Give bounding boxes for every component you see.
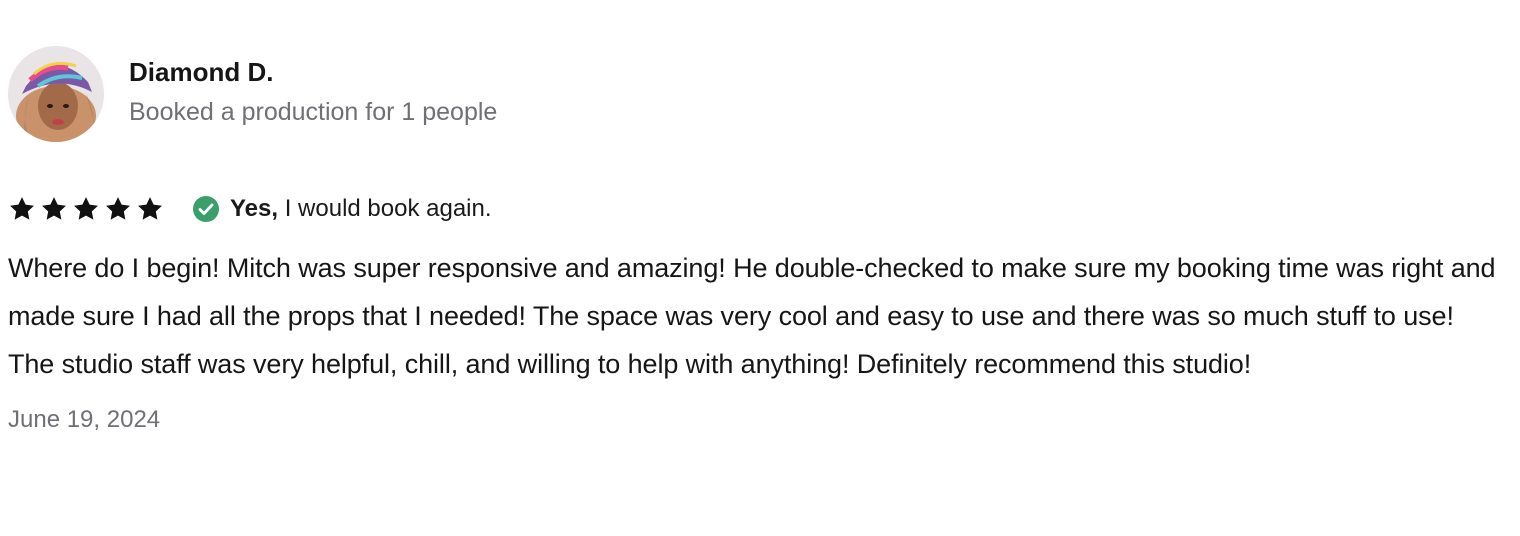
recommend-text: I would book again. xyxy=(278,195,492,222)
check-circle-icon xyxy=(192,195,220,223)
review-text: Where do I begin! Mitch was super respon… xyxy=(8,253,1496,379)
star-icon xyxy=(104,195,132,223)
star-icon xyxy=(40,195,68,223)
star-icon xyxy=(136,195,164,223)
star-rating xyxy=(8,195,168,223)
review-header: Diamond D. Booked a production for 1 peo… xyxy=(8,46,1508,142)
review-card: Diamond D. Booked a production for 1 peo… xyxy=(8,46,1508,434)
review-date: June 19, 2024 xyxy=(8,406,161,433)
reviewer-name: Diamond D. xyxy=(129,57,274,87)
avatar xyxy=(8,46,104,142)
recommend-yes: Yes, xyxy=(230,195,279,222)
rating-row: Yes, I would book again. xyxy=(8,192,1508,226)
would-book-again: Yes, I would book again. xyxy=(230,195,492,223)
star-icon xyxy=(72,195,100,223)
star-icon xyxy=(8,195,36,223)
reviewer-info: Diamond D. Booked a production for 1 peo… xyxy=(129,56,497,128)
booking-info: Booked a production for 1 people xyxy=(129,98,498,126)
avatar-image xyxy=(8,46,104,142)
